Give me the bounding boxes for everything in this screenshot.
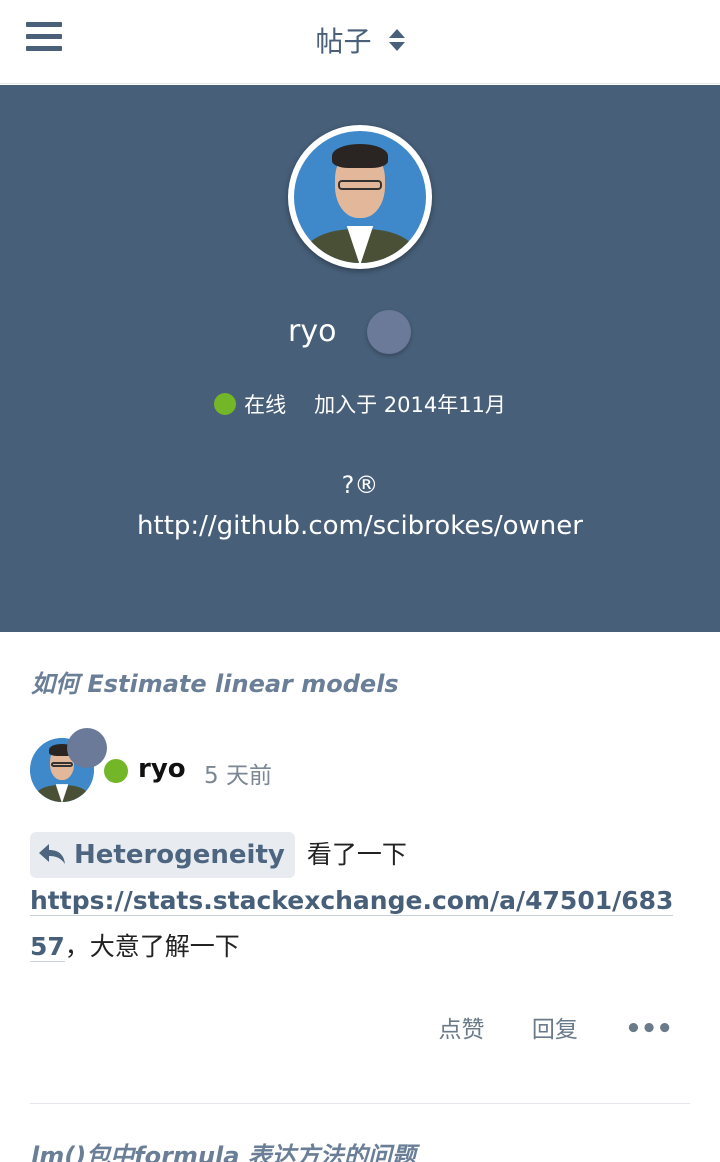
post-text-start: 看了一下 bbox=[306, 840, 407, 869]
reply-button[interactable]: 回复 bbox=[532, 1017, 578, 1043]
profile-username: ryo bbox=[288, 314, 337, 349]
profile-meta: 在线 加入于 2014年11月 bbox=[0, 389, 720, 419]
top-bar: 帖子 bbox=[0, 0, 720, 84]
post-author-name[interactable]: ryo bbox=[138, 754, 186, 784]
sort-icon bbox=[388, 28, 405, 52]
like-button[interactable]: 点赞 bbox=[439, 1017, 485, 1043]
profile-username-row: ryo bbox=[0, 310, 720, 360]
post-header: ryo 5 天前 bbox=[30, 728, 690, 808]
post-topic-title[interactable]: 如何 Estimate linear models bbox=[31, 664, 399, 699]
profile-avatar[interactable] bbox=[288, 125, 432, 269]
author-status-icon bbox=[67, 728, 107, 768]
page-title-selector[interactable]: 帖子 bbox=[0, 20, 720, 60]
post-actions: 点赞 回复 ••• bbox=[399, 1010, 673, 1044]
user-status-icon bbox=[367, 310, 411, 354]
page-title: 帖子 bbox=[315, 25, 372, 58]
reply-to-username: Heterogeneity bbox=[74, 840, 285, 870]
post-text-end: ，大意了解一下 bbox=[64, 932, 240, 961]
divider bbox=[30, 1103, 690, 1104]
next-post-topic-title[interactable]: lm()包中formula 表达方法的问题 bbox=[31, 1136, 416, 1162]
post-timestamp[interactable]: 5 天前 bbox=[204, 756, 272, 790]
post-content: Heterogeneity 看了一下 https://stats.stackexch… bbox=[30, 832, 690, 970]
author-online-icon bbox=[104, 759, 128, 783]
profile-bio-line1: ?® bbox=[341, 471, 379, 499]
reply-to-chip[interactable]: Heterogeneity bbox=[30, 832, 295, 878]
reply-arrow-icon bbox=[39, 844, 65, 864]
more-options-icon[interactable]: ••• bbox=[625, 1014, 673, 1044]
online-status-icon bbox=[214, 393, 237, 415]
profile-cover: ryo 在线 加入于 2014年11月 ?® http://github.com/… bbox=[0, 85, 720, 632]
join-date: 加入于 2014年11月 bbox=[314, 393, 506, 417]
online-status-label: 在线 bbox=[244, 393, 287, 417]
profile-bio-link[interactable]: http://github.com/scibrokes/owner bbox=[0, 511, 720, 541]
